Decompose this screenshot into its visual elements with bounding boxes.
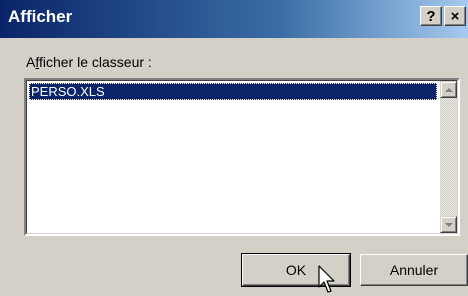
scroll-down-button[interactable] (440, 216, 457, 233)
prompt-label-start: A (26, 54, 36, 70)
listbox-frame: PERSO.XLS (26, 80, 458, 234)
help-button[interactable]: ? (420, 6, 442, 26)
window-title: Afficher (8, 7, 73, 26)
close-button[interactable]: × (444, 6, 466, 26)
arrow-down-icon (445, 223, 453, 227)
list-item-perso-xls[interactable]: PERSO.XLS (29, 83, 437, 100)
arrow-up-icon (445, 88, 453, 92)
scroll-up-button[interactable] (440, 81, 457, 98)
prompt-label-end: ficher le classeur : (38, 54, 152, 70)
workbook-prompt-label: Afficher le classeur : (26, 54, 152, 70)
cancel-button[interactable]: Annuler (360, 254, 468, 286)
workbook-listbox[interactable]: PERSO.XLS (24, 78, 460, 236)
title-bar[interactable]: Afficher ? × (0, 0, 468, 38)
mouse-pointer-icon (318, 265, 335, 293)
vertical-scrollbar[interactable] (440, 81, 457, 233)
